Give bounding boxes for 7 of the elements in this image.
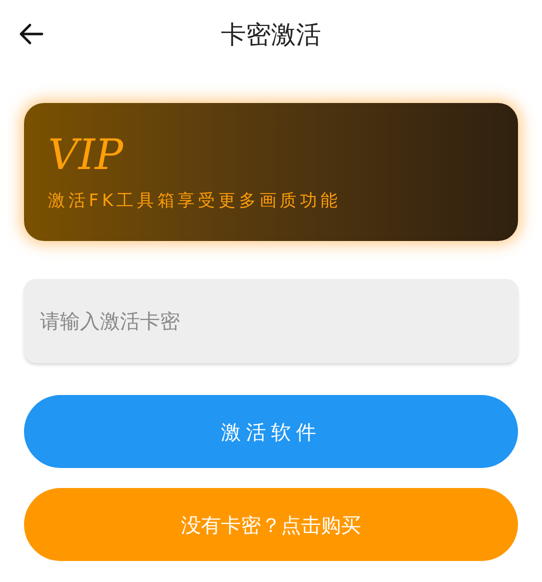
vip-title: VIP bbox=[48, 131, 124, 179]
vip-subtitle: 激活FK工具箱享受更多画质功能 bbox=[48, 190, 341, 213]
activate-button[interactable]: 激活软件 bbox=[24, 395, 518, 468]
buy-button[interactable]: 没有卡密？点击购买 bbox=[24, 488, 518, 561]
page-title: 卡密激活 bbox=[221, 19, 321, 52]
back-icon[interactable] bbox=[18, 22, 44, 46]
card-code-input[interactable]: 请输入激活卡密 bbox=[24, 279, 518, 363]
